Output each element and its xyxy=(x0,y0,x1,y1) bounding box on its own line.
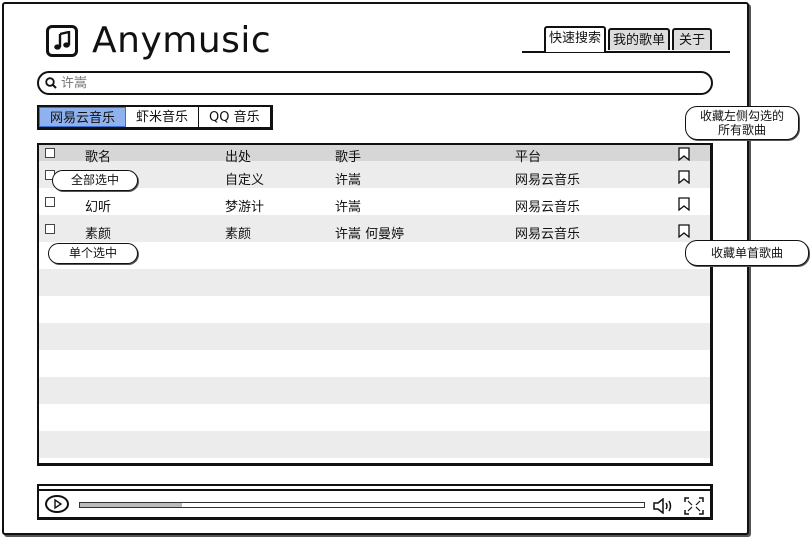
search-bar xyxy=(37,71,713,95)
header-source: 出处 xyxy=(225,150,252,165)
app-title: Anymusic xyxy=(92,20,272,61)
app-logo: Anymusic xyxy=(46,20,271,61)
song-name: 素颜 xyxy=(85,227,112,242)
table-stripe xyxy=(39,269,710,296)
header-singer: 歌手 xyxy=(335,150,362,165)
song-singer: 许嵩 何曼婷 xyxy=(335,227,405,242)
header-song: 歌名 xyxy=(85,150,112,165)
callout-select-all: 全部选中 xyxy=(52,170,138,191)
tab-my-playlist[interactable]: 我的歌单 xyxy=(608,28,670,50)
platform-netease[interactable]: 网易云音乐 xyxy=(39,107,127,127)
table-row[interactable]: 自定义 许嵩 网易云音乐 xyxy=(39,166,710,188)
callout-collect-all: 收藏左侧勾选的 所有歌曲 xyxy=(685,106,799,140)
table-row[interactable]: 幻听 梦游计 许嵩 网易云音乐 xyxy=(39,193,710,215)
search-input[interactable] xyxy=(61,75,661,91)
bookmark-icon[interactable] xyxy=(678,170,690,184)
song-source: 梦游计 xyxy=(225,200,265,215)
platform-selector: 网易云音乐 虾米音乐 QQ 音乐 xyxy=(37,105,273,130)
song-platform: 网易云音乐 xyxy=(515,173,581,188)
volume-icon[interactable] xyxy=(652,498,678,514)
play-icon[interactable] xyxy=(45,495,69,513)
tab-quick-search[interactable]: 快速搜索 xyxy=(544,26,606,52)
player-bar xyxy=(37,484,713,520)
table-row[interactable]: 素颜 素颜 许嵩 何曼婷 网易云音乐 xyxy=(39,220,710,242)
song-name: 幻听 xyxy=(85,200,112,215)
table-header: 歌名 出处 歌手 平台 xyxy=(39,145,710,167)
row-checkbox[interactable] xyxy=(45,224,55,234)
bookmark-icon[interactable] xyxy=(678,224,690,238)
song-platform: 网易云音乐 xyxy=(515,200,581,215)
callout-collect-single: 收藏单首歌曲 xyxy=(685,240,809,266)
callout-collect-all-line2: 所有歌曲 xyxy=(717,123,766,137)
callout-select-single: 单个选中 xyxy=(48,243,138,264)
row-checkbox[interactable] xyxy=(45,197,55,207)
progress-fill xyxy=(80,503,182,507)
results-table: 歌名 出处 歌手 平台 自定义 许嵩 网易云音乐 幻听 梦游计 许嵩 网易云音乐… xyxy=(37,143,713,466)
search-icon xyxy=(45,77,57,89)
callout-collect-all-line1: 收藏左侧勾选的 xyxy=(699,109,784,123)
player-divider xyxy=(39,489,710,491)
fullscreen-icon[interactable] xyxy=(684,497,704,515)
platform-qq[interactable]: QQ 音乐 xyxy=(199,107,270,127)
song-singer: 许嵩 xyxy=(335,173,362,188)
bookmark-icon[interactable] xyxy=(678,197,690,211)
header-platform: 平台 xyxy=(515,150,542,165)
tab-about[interactable]: 关于 xyxy=(672,28,712,50)
table-stripe xyxy=(39,431,710,458)
song-platform: 网易云音乐 xyxy=(515,227,581,242)
select-all-checkbox[interactable] xyxy=(45,148,55,158)
table-stripe xyxy=(39,377,710,404)
table-stripe xyxy=(39,323,710,350)
song-source: 素颜 xyxy=(225,227,252,242)
song-source: 自定义 xyxy=(225,173,265,188)
progress-bar[interactable] xyxy=(79,502,645,508)
music-note-icon xyxy=(46,24,78,57)
song-singer: 许嵩 xyxy=(335,200,362,215)
bookmark-all-icon[interactable] xyxy=(678,147,690,161)
platform-xiami[interactable]: 虾米音乐 xyxy=(126,107,200,127)
